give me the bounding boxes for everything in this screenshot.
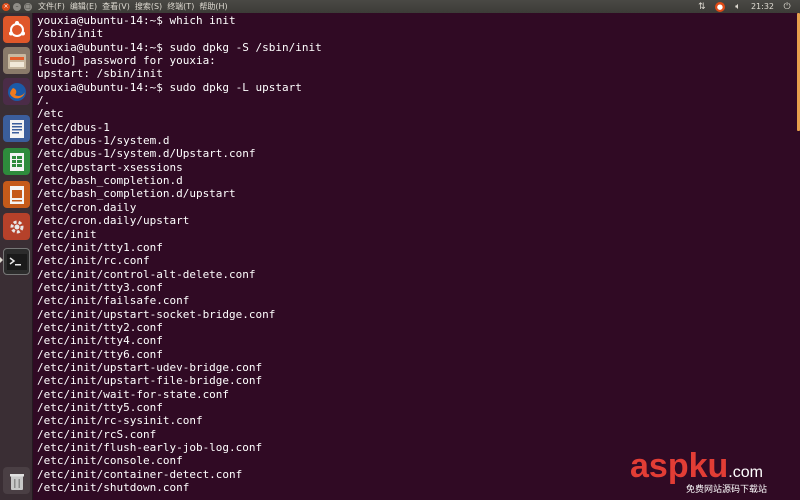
terminal-line: upstart: /sbin/init bbox=[37, 67, 163, 81]
window-controls: × – □ bbox=[2, 2, 36, 11]
menu-help[interactable]: 帮助(H) bbox=[199, 1, 227, 12]
files-icon[interactable] bbox=[3, 47, 30, 74]
launcher bbox=[0, 13, 33, 500]
terminal-line: /etc/init/rcS.conf bbox=[37, 427, 157, 441]
terminal-line: /etc/init/tty3.conf bbox=[37, 280, 163, 294]
terminal-line: /etc/init/rc-sysinit.conf bbox=[37, 414, 203, 428]
terminal-line: /etc/init/flush-early-job-log.conf bbox=[37, 441, 263, 454]
trash-icon[interactable] bbox=[3, 467, 30, 494]
terminal-line: /. bbox=[37, 94, 51, 108]
menu-search[interactable]: 搜索(S) bbox=[135, 1, 162, 12]
terminal-line: /etc/init/tty5.conf bbox=[37, 400, 163, 414]
terminal-scrollbar[interactable] bbox=[796, 13, 800, 500]
terminal-line: /etc/init/tty1.conf bbox=[37, 240, 163, 254]
terminal-line: /etc/init/tty6.conf bbox=[37, 347, 163, 361]
clock[interactable]: 21:32 bbox=[751, 2, 774, 11]
terminal-line: /etc/upstart-xsessions bbox=[37, 160, 183, 174]
terminal-line: /etc/init/upstart-socket-bridge.conf bbox=[37, 307, 276, 321]
menu-file[interactable]: 文件(F) bbox=[38, 1, 65, 12]
power-icon[interactable]: ⏻ bbox=[782, 2, 792, 12]
terminal-line: youxia@ubuntu-14:~$ which init bbox=[37, 14, 236, 27]
terminal-line: /etc/init/console.conf bbox=[37, 454, 183, 468]
menu-edit[interactable]: 编辑(E) bbox=[70, 1, 97, 12]
terminal-line: /etc/init/control-alt-delete.conf bbox=[37, 267, 256, 281]
calc-icon[interactable] bbox=[3, 148, 30, 175]
sound-icon[interactable]: 🔈︎ bbox=[733, 2, 743, 12]
terminal-line: /etc/cron.daily/upstart bbox=[37, 214, 190, 228]
terminal-line: /etc/dbus-1/system.d bbox=[37, 134, 170, 148]
minimize-icon[interactable]: – bbox=[13, 2, 21, 11]
terminal-line: /etc/init/upstart-udev-bridge.conf bbox=[37, 360, 263, 374]
menu-bar: 文件(F) 编辑(E) 查看(V) 搜索(S) 终端(T) 帮助(H) bbox=[38, 1, 228, 12]
close-icon[interactable]: × bbox=[2, 2, 10, 11]
terminal-line: /etc/dbus-1 bbox=[37, 120, 110, 134]
settings-icon[interactable] bbox=[3, 213, 30, 240]
terminal-line: /etc/init/failsafe.conf bbox=[37, 294, 190, 308]
terminal-line: /etc/init/rc.conf bbox=[37, 254, 150, 268]
terminal-line: /etc/init/upstart-file-bridge.conf bbox=[37, 374, 263, 388]
terminal-line: /sbin/init bbox=[37, 27, 104, 41]
menu-view[interactable]: 查看(V) bbox=[102, 1, 130, 12]
terminal-line: youxia@ubuntu-14:~$ sudo dpkg -S /sbin/i… bbox=[37, 40, 322, 54]
terminal-line: /etc/init/wait-for-state.conf bbox=[37, 387, 230, 401]
terminal-line: /etc/init/shutdown.conf bbox=[37, 481, 190, 495]
top-panel: × – □ 文件(F) 编辑(E) 查看(V) 搜索(S) 终端(T) 帮助(H… bbox=[0, 0, 800, 13]
impress-icon[interactable] bbox=[3, 181, 30, 208]
terminal-line: /etc/cron.daily bbox=[37, 200, 137, 214]
terminal-line: /etc bbox=[37, 107, 64, 121]
ubuntu-dash-icon[interactable] bbox=[3, 16, 30, 43]
terminal-line: /etc/init/container-detect.conf bbox=[37, 467, 243, 481]
firefox-icon[interactable] bbox=[3, 78, 30, 105]
terminal-line: /etc/bash_completion.d/upstart bbox=[37, 187, 236, 201]
terminal-line: [sudo] password for youxia: bbox=[37, 54, 216, 68]
terminal-line: /etc/bash_completion.d bbox=[37, 174, 183, 188]
menu-terminal[interactable]: 终端(T) bbox=[167, 1, 194, 12]
recording-icon[interactable]: ● bbox=[714, 1, 725, 12]
terminal-line: /etc/init/tty4.conf bbox=[37, 334, 163, 348]
terminal-output[interactable]: youxia@ubuntu-14:~$ which init/sbin/init… bbox=[33, 13, 796, 500]
updown-arrows-icon[interactable]: ⇅ bbox=[697, 2, 707, 12]
terminal-line: /etc/init bbox=[37, 227, 97, 241]
maximize-icon[interactable]: □ bbox=[24, 2, 32, 11]
terminal-line: /etc/dbus-1/system.d/Upstart.conf bbox=[37, 147, 256, 161]
indicator-area: ⇅ ● 🔈︎ 21:32 ⏻ bbox=[697, 1, 800, 12]
terminal-line: youxia@ubuntu-14:~$ sudo dpkg -L upstart bbox=[37, 80, 302, 94]
terminal-line: /etc/init/tty2.conf bbox=[37, 320, 163, 334]
writer-icon[interactable] bbox=[3, 115, 30, 142]
terminal-icon[interactable] bbox=[3, 248, 30, 275]
